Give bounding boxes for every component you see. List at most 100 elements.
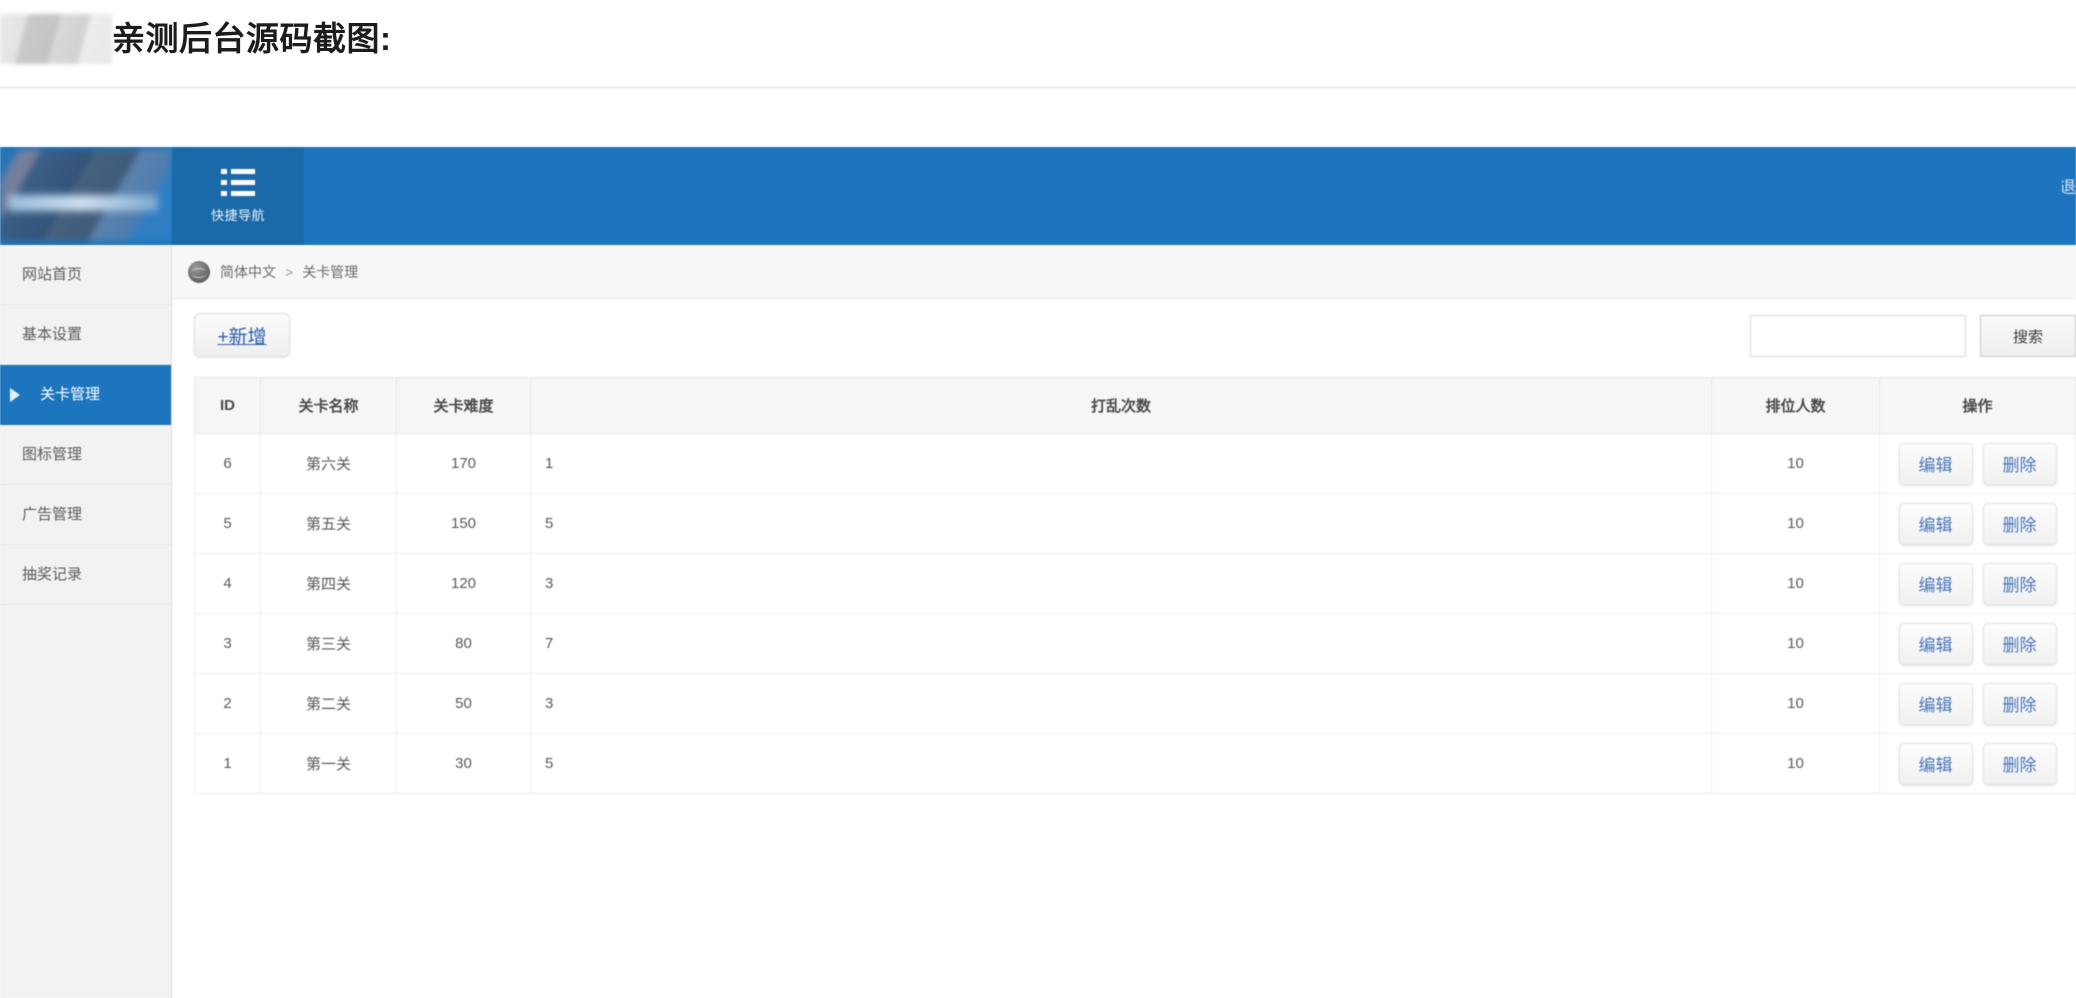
site-logo-redacted [0,149,172,241]
cell-shuffle: 3 [530,553,1712,614]
top-navigation-bar: 快捷导航 退 [0,147,2076,245]
table-header-row: ID 关卡名称 关卡难度 打乱次数 排位人数 操作 [194,377,2076,434]
levels-table: ID 关卡名称 关卡难度 打乱次数 排位人数 操作 6 第六关 170 1 10 [194,377,2076,794]
cell-id: 4 [194,553,261,614]
list-icon [221,168,255,197]
delete-button[interactable]: 删除 [1982,502,2057,545]
cell-id: 6 [194,433,261,494]
cell-operations: 编辑 删除 [1879,673,2076,734]
caption-redaction-block [0,14,112,64]
cell-name: 第三关 [260,613,397,674]
cell-name: 第一关 [260,733,397,794]
column-header-id: ID [194,377,261,434]
sidebar-menu: 网站首页 基本设置 关卡管理 图标管理 广告管理 抽奖记录 [0,245,172,998]
column-header-name: 关卡名称 [260,377,397,434]
breadcrumb-root[interactable]: 简体中文 [220,262,276,282]
sidebar-item-label: 关卡管理 [40,386,101,403]
delete-button[interactable]: 删除 [1982,622,2057,665]
cell-rank: 10 [1711,433,1880,494]
table-row: 1 第一关 30 5 10 编辑 删除 [194,733,2076,794]
table-row: 4 第四关 120 3 10 编辑 删除 [194,553,2076,614]
cell-difficulty: 150 [396,493,531,554]
breadcrumb: 简体中文 > 关卡管理 [172,245,2076,299]
cell-shuffle: 1 [530,433,1712,494]
delete-button[interactable]: 删除 [1982,682,2057,725]
column-header-rank: 排位人数 [1711,377,1880,434]
delete-button[interactable]: 删除 [1982,562,2057,605]
edit-button[interactable]: 编辑 [1898,562,1973,605]
quick-nav-label: 快捷导航 [210,207,265,223]
table-row: 3 第三关 80 7 10 编辑 删除 [194,613,2076,674]
breadcrumb-separator: > [285,263,294,280]
cell-id: 2 [194,673,261,734]
sidebar-item-icon-management[interactable]: 图标管理 [0,425,171,485]
quick-nav-button[interactable]: 快捷导航 [172,147,304,245]
edit-button[interactable]: 编辑 [1898,442,1973,485]
cell-operations: 编辑 删除 [1879,493,2076,554]
admin-app: 快捷导航 退 网站首页 基本设置 关卡管理 图标管理 广告管理 抽奖记录 简体中… [0,147,2076,998]
sidebar-item-label: 网站首页 [22,266,83,283]
cell-rank: 10 [1711,493,1880,554]
edit-button[interactable]: 编辑 [1898,742,1973,785]
cell-shuffle: 3 [530,673,1712,734]
cell-name: 第二关 [260,673,397,734]
cell-rank: 10 [1711,673,1880,734]
cell-name: 第五关 [260,493,397,554]
delete-button[interactable]: 删除 [1982,742,2057,785]
cell-rank: 10 [1711,553,1880,614]
column-header-operations: 操作 [1879,377,2076,434]
cell-shuffle: 7 [530,613,1712,674]
column-header-difficulty: 关卡难度 [396,377,531,434]
table-row: 2 第二关 50 3 10 编辑 删除 [194,673,2076,734]
sidebar-item-label: 抽奖记录 [22,566,83,583]
edit-button[interactable]: 编辑 [1898,682,1973,725]
edit-button[interactable]: 编辑 [1898,502,1973,545]
edit-button[interactable]: 编辑 [1898,622,1973,665]
search-button[interactable]: 搜索 [1980,315,2076,357]
sidebar-item-basic-settings[interactable]: 基本设置 [0,305,171,365]
cell-difficulty: 80 [396,613,531,674]
cell-id: 1 [194,733,261,794]
sidebar-item-ad-management[interactable]: 广告管理 [0,485,171,545]
page-caption-bar: 亲测后台源码截图: [0,0,2076,89]
cell-id: 3 [194,613,261,674]
table-row: 5 第五关 150 5 10 编辑 删除 [194,493,2076,554]
table-toolbar: +新增 搜索 [172,299,2076,377]
cell-operations: 编辑 删除 [1879,733,2076,794]
cell-shuffle: 5 [530,733,1712,794]
column-header-shuffle: 打乱次数 [530,377,1712,434]
cell-difficulty: 120 [396,553,531,614]
sidebar-item-label: 图标管理 [22,446,83,463]
cell-operations: 编辑 删除 [1879,613,2076,674]
sidebar-item-level-management[interactable]: 关卡管理 [0,365,171,425]
add-new-button[interactable]: +新增 [194,313,290,357]
sidebar-item-home[interactable]: 网站首页 [0,245,171,305]
cell-id: 5 [194,493,261,554]
table-header: ID 关卡名称 关卡难度 打乱次数 排位人数 操作 [194,377,2076,434]
breadcrumb-current: 关卡管理 [302,263,359,280]
cell-operations: 编辑 删除 [1879,433,2076,494]
cell-operations: 编辑 删除 [1879,553,2076,614]
cell-rank: 10 [1711,733,1880,794]
cell-difficulty: 170 [396,433,531,494]
globe-icon [188,260,210,283]
app-body: 网站首页 基本设置 关卡管理 图标管理 广告管理 抽奖记录 简体中文 > 关卡管… [0,245,2076,998]
search-area: 搜索 [1750,315,2076,357]
cell-name: 第六关 [260,433,397,494]
page-caption-text: 亲测后台源码截图: [112,20,392,57]
sidebar-item-label: 广告管理 [22,506,83,523]
delete-button[interactable]: 删除 [1982,442,2057,485]
cell-rank: 10 [1711,613,1880,674]
cell-shuffle: 5 [530,493,1712,554]
search-input[interactable] [1750,315,1966,357]
caption-divider [0,86,2076,89]
cell-difficulty: 30 [396,733,531,794]
cell-name: 第四关 [260,553,397,614]
topbar-right-link[interactable]: 退 [2062,173,2076,198]
sidebar-item-lottery-records[interactable]: 抽奖记录 [0,545,171,605]
table-row: 6 第六关 170 1 10 编辑 删除 [194,433,2076,494]
cell-difficulty: 50 [396,673,531,734]
content-area: 简体中文 > 关卡管理 +新增 搜索 ID 关卡名称 关卡难度 打乱次数 排位人… [172,245,2076,998]
table-body: 6 第六关 170 1 10 编辑 删除 5 第五关 150 5 10 编辑 删… [194,433,2076,794]
caret-right-icon [10,387,20,402]
